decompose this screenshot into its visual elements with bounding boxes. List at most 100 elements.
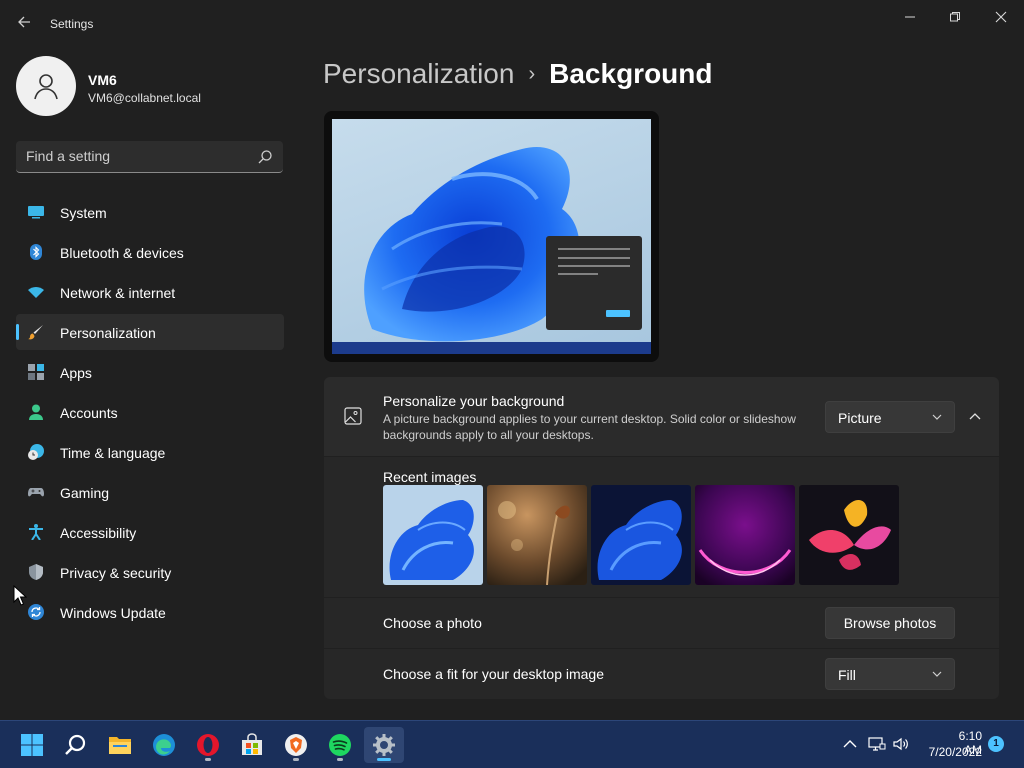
sidebar-item-label: System: [60, 205, 107, 221]
sidebar-nav: System Bluetooth & devices Network & int…: [16, 194, 284, 634]
search-input[interactable]: [26, 148, 246, 164]
picture-icon: [344, 407, 362, 425]
sidebar-item-label: Bluetooth & devices: [60, 245, 184, 261]
preview-taskbar: [332, 342, 651, 354]
card-description: A picture background applies to your cur…: [383, 412, 796, 442]
search-box[interactable]: [16, 141, 283, 173]
running-indicator: [293, 758, 299, 761]
background-type-dropdown[interactable]: Picture: [825, 401, 955, 433]
opera-icon: [197, 734, 219, 756]
desktop-preview: [324, 111, 659, 362]
brush-icon: [28, 325, 43, 340]
sidebar-item-label: Network & internet: [60, 285, 176, 301]
sidebar-item-network[interactable]: Network & internet: [16, 274, 284, 310]
sidebar-item-system[interactable]: System: [16, 194, 284, 230]
sidebar-item-windows-update[interactable]: Windows Update: [16, 594, 284, 630]
volume-icon[interactable]: [892, 735, 910, 753]
sidebar-item-apps[interactable]: Apps: [16, 354, 284, 390]
sidebar-item-label: Apps: [60, 365, 92, 381]
taskbar-store[interactable]: [232, 727, 272, 763]
running-indicator: [205, 758, 211, 761]
recent-image-bloom-light[interactable]: [383, 485, 483, 585]
store-icon: [242, 733, 262, 755]
recent-image-bloom-dark[interactable]: [591, 485, 691, 585]
chevron-down-icon: [932, 414, 942, 420]
spotify-icon: [329, 734, 351, 756]
recent-images-label: Recent images: [383, 469, 477, 485]
running-indicator: [337, 758, 343, 761]
title-bar: Settings: [0, 0, 1024, 48]
chevron-up-icon: [969, 413, 981, 420]
sidebar-item-bluetooth[interactable]: Bluetooth & devices: [16, 234, 284, 270]
choose-photo-label: Choose a photo: [383, 615, 482, 631]
breadcrumb: Personalization › Background: [323, 58, 712, 90]
sidebar-item-label: Privacy & security: [60, 565, 172, 581]
fit-dropdown[interactable]: Fill: [825, 658, 955, 690]
chevron-down-icon: [932, 671, 942, 677]
wallpaper-preview: [332, 119, 651, 354]
apps-icon: [28, 364, 44, 380]
sidebar-item-time-language[interactable]: Time & language: [16, 434, 284, 470]
minimize-button[interactable]: [887, 8, 933, 26]
dropdown-value: Fill: [838, 667, 856, 683]
accessibility-icon: [29, 524, 43, 540]
brave-icon: [285, 734, 307, 756]
person-icon: [34, 74, 58, 100]
taskbar-file-explorer[interactable]: [100, 727, 140, 763]
chevron-up-icon[interactable]: [841, 735, 859, 753]
sidebar-item-label: Personalization: [60, 325, 156, 341]
taskbar-search-button[interactable]: [56, 727, 96, 763]
sidebar-item-accessibility[interactable]: Accessibility: [16, 514, 284, 550]
file-explorer-icon: [109, 737, 131, 754]
close-button[interactable]: [978, 8, 1024, 26]
person-icon: [29, 404, 43, 420]
search-icon: [65, 734, 86, 755]
shield-icon: [29, 564, 43, 580]
sidebar-item-accounts[interactable]: Accounts: [16, 394, 284, 430]
taskbar-spotify[interactable]: [320, 727, 360, 763]
recent-image-purple-arc[interactable]: [695, 485, 795, 585]
active-indicator: [377, 758, 391, 761]
update-icon: [28, 604, 44, 620]
choose-photo-row: Choose a photo Browse photos: [324, 598, 999, 648]
avatar[interactable]: [16, 56, 76, 116]
sidebar-item-label: Windows Update: [60, 605, 166, 621]
taskbar-start-button[interactable]: [12, 727, 52, 763]
page-title: Background: [549, 58, 713, 89]
card-title: Personalize your background: [383, 393, 565, 409]
user-email: VM6@collabnet.local: [88, 91, 201, 105]
gamepad-icon: [28, 488, 44, 497]
sidebar-item-label: Time & language: [60, 445, 166, 461]
collapse-button[interactable]: [962, 405, 988, 429]
notification-badge[interactable]: 1: [988, 736, 1004, 752]
recent-images-section: Recent images: [324, 457, 999, 597]
restore-button[interactable]: [932, 8, 978, 26]
start-icon: [21, 734, 43, 756]
preview-window-sample: [546, 236, 642, 330]
choose-fit-row: Choose a fit for your desktop image Fill: [324, 649, 999, 699]
sidebar-item-gaming[interactable]: Gaming: [16, 474, 284, 510]
bluetooth-icon: [30, 244, 42, 260]
sidebar-item-privacy[interactable]: Privacy & security: [16, 554, 284, 590]
personalize-background-card: Personalize your background A picture ba…: [324, 377, 999, 456]
sidebar-item-label: Accessibility: [60, 525, 137, 541]
mouse-cursor-icon: [13, 585, 27, 606]
back-arrow-icon[interactable]: [14, 14, 34, 34]
recent-image-flower[interactable]: [799, 485, 899, 585]
clock-date[interactable]: 7/20/2022: [918, 745, 982, 759]
system-icon: [28, 206, 44, 219]
recent-image-butterfly[interactable]: [487, 485, 587, 585]
browse-photos-button[interactable]: Browse photos: [825, 607, 955, 639]
taskbar-opera[interactable]: [188, 727, 228, 763]
taskbar-edge[interactable]: [144, 727, 184, 763]
sidebar-item-personalization[interactable]: Personalization: [16, 314, 284, 350]
taskbar-settings[interactable]: [364, 727, 404, 763]
choose-fit-label: Choose a fit for your desktop image: [383, 666, 605, 682]
breadcrumb-parent[interactable]: Personalization: [323, 58, 514, 89]
dropdown-value: Picture: [838, 410, 882, 426]
taskbar-brave[interactable]: [276, 727, 316, 763]
network-icon[interactable]: [868, 735, 886, 753]
sidebar-item-label: Gaming: [60, 485, 110, 501]
edge-icon: [153, 734, 175, 756]
clock-globe-icon: [28, 444, 44, 460]
